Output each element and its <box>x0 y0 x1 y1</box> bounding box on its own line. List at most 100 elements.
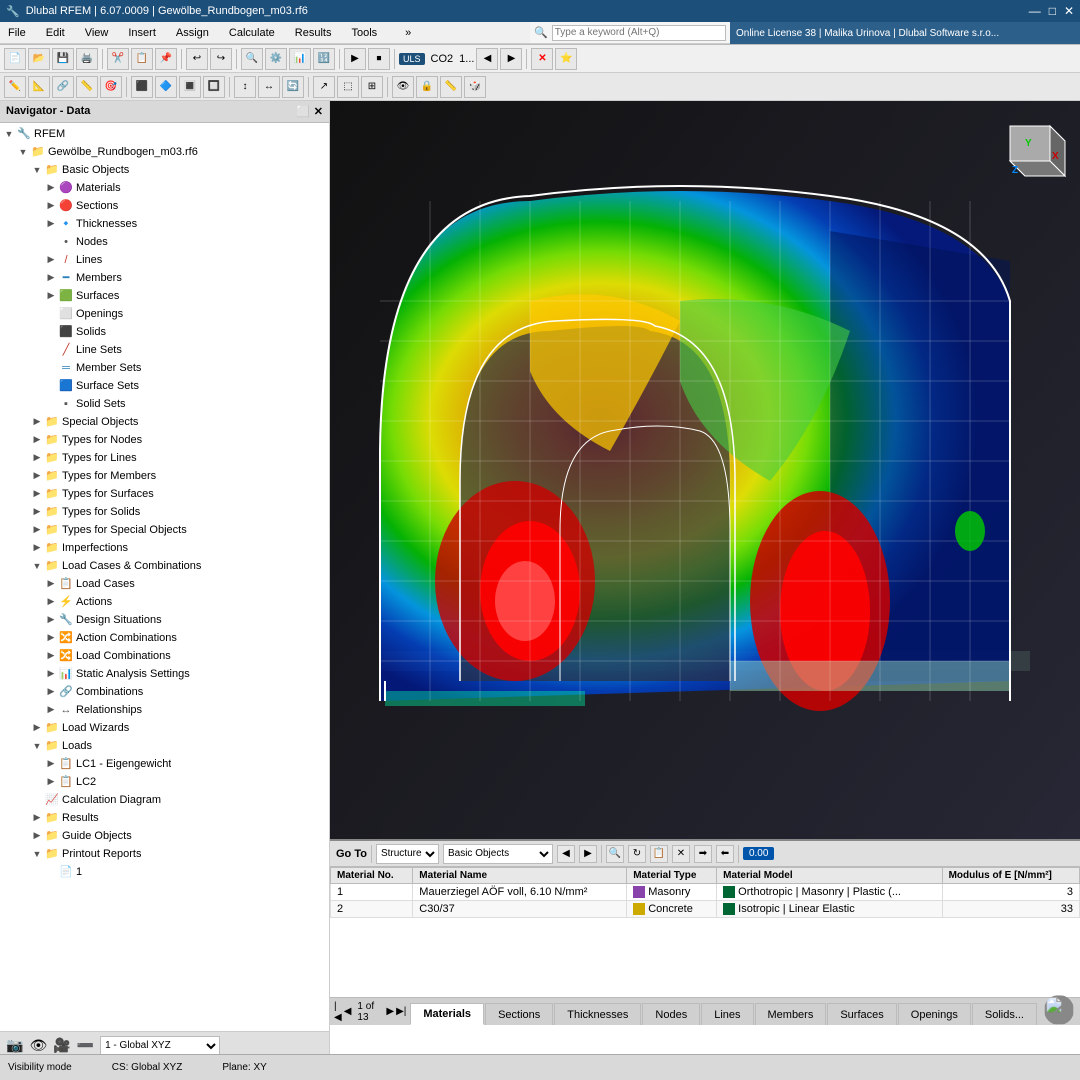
tb2-5[interactable]: 🎯 <box>100 76 122 98</box>
tree-linesets[interactable]: ╱ Line Sets <box>0 341 329 359</box>
tree-members[interactable]: ▶ ━ Members <box>0 269 329 287</box>
nav-right-btn[interactable]: ▶ <box>579 845 597 863</box>
comb-expand[interactable]: ▶ <box>44 686 58 697</box>
table-btn-4[interactable]: ✕ <box>672 845 690 863</box>
tab-nodes[interactable]: Nodes <box>642 1003 700 1025</box>
tb2-9[interactable]: 🔲 <box>203 76 225 98</box>
tree-types-surfaces[interactable]: ▶ 📁 Types for Surfaces <box>0 485 329 503</box>
basic-objects-select[interactable]: Basic Objects <box>443 844 553 864</box>
ac-expand[interactable]: ▶ <box>44 632 58 643</box>
sa-expand[interactable]: ▶ <box>44 668 58 679</box>
lc2-expand[interactable]: ▶ <box>44 776 58 787</box>
menu-view[interactable]: View <box>81 25 113 41</box>
lines-expand[interactable]: ▶ <box>44 254 58 265</box>
tree-solids[interactable]: ⬛ Solids <box>0 323 329 341</box>
tb2-move[interactable]: ↗ <box>313 76 335 98</box>
tb-cut[interactable]: ✂️ <box>107 48 129 70</box>
tab-materials[interactable]: Materials <box>410 1003 484 1025</box>
tab-sections[interactable]: Sections <box>485 1003 553 1025</box>
tree-surfaces[interactable]: ▶ 🟩 Surfaces <box>0 287 329 305</box>
maximize-button[interactable]: □ <box>1049 4 1056 18</box>
tb2-lock[interactable]: 🔒 <box>416 76 438 98</box>
tree-static[interactable]: ▶ 📊 Static Analysis Settings <box>0 665 329 683</box>
nav-close-btn[interactable]: ✕ <box>314 105 323 118</box>
menu-calculate[interactable]: Calculate <box>225 25 279 41</box>
page-first-btn[interactable]: |◀ <box>334 1001 342 1023</box>
search-input[interactable] <box>552 25 726 41</box>
tn-expand[interactable]: ▶ <box>30 434 44 445</box>
tab-lines[interactable]: Lines <box>701 1003 753 1025</box>
page-next-btn[interactable]: ▶ <box>386 1006 394 1017</box>
tb2-6[interactable]: ⬛ <box>131 76 153 98</box>
file-expand[interactable]: ▼ <box>16 147 30 157</box>
lc-expand[interactable]: ▶ <box>44 578 58 589</box>
tree-types-lines[interactable]: ▶ 📁 Types for Lines <box>0 449 329 467</box>
tb-star[interactable]: ⭐ <box>555 48 577 70</box>
tb-calc[interactable]: 🔢 <box>313 48 335 70</box>
tree-actions[interactable]: ▶ ⚡ Actions <box>0 593 329 611</box>
tb-stop[interactable]: ⏹ <box>368 48 390 70</box>
go-expand[interactable]: ▶ <box>30 830 44 841</box>
tree-rfem[interactable]: ▼ 🔧 RFEM <box>0 125 329 143</box>
tree-calc-diagram[interactable]: 📈 Calculation Diagram <box>0 791 329 809</box>
coordinate-system-select[interactable]: 1 - Global XYZ <box>100 1036 220 1056</box>
tb-new[interactable]: 📄 <box>4 48 26 70</box>
tso-expand[interactable]: ▶ <box>30 506 44 517</box>
table-btn-5[interactable]: ➡ <box>694 845 712 863</box>
tb-save[interactable]: 💾 <box>52 48 74 70</box>
tb2-10[interactable]: ↕ <box>234 76 256 98</box>
tree-openings[interactable]: ⬜ Openings <box>0 305 329 323</box>
tree-types-members[interactable]: ▶ 📁 Types for Members <box>0 467 329 485</box>
menu-assign[interactable]: Assign <box>172 25 213 41</box>
tree-relationships[interactable]: ▶ ↔ Relationships <box>0 701 329 719</box>
tb-paste[interactable]: 📌 <box>155 48 177 70</box>
tb2-12[interactable]: 🔄 <box>282 76 304 98</box>
minimize-button[interactable]: — <box>1029 4 1041 18</box>
tree-combinations[interactable]: ▶ 🔗 Combinations <box>0 683 329 701</box>
tl-expand[interactable]: ▶ <box>30 452 44 463</box>
menu-file[interactable]: File <box>4 25 30 41</box>
lcc-expand[interactable]: ▼ <box>30 561 44 571</box>
tb2-7[interactable]: 🔷 <box>155 76 177 98</box>
tree-lc2[interactable]: ▶ 📋 LC2 <box>0 773 329 791</box>
tb-chart[interactable]: 📊 <box>289 48 311 70</box>
loads-expand[interactable]: ▼ <box>30 741 44 751</box>
spec-expand[interactable]: ▶ <box>30 416 44 427</box>
tree-nodes[interactable]: • Nodes <box>0 233 329 251</box>
tree-membersets[interactable]: ═ Member Sets <box>0 359 329 377</box>
tb2-4[interactable]: 📏 <box>76 76 98 98</box>
menu-more[interactable]: » <box>401 25 415 41</box>
tree-basic-objects[interactable]: ▼ 📁 Basic Objects <box>0 161 329 179</box>
tree-lines[interactable]: ▶ / Lines <box>0 251 329 269</box>
tree-special[interactable]: ▶ 📁 Special Objects <box>0 413 329 431</box>
tree-imperfections[interactable]: ▶ 📁 Imperfections <box>0 539 329 557</box>
tree-sections[interactable]: ▶ 🔴 Sections <box>0 197 329 215</box>
tree-report-1[interactable]: 📄 1 <box>0 863 329 881</box>
tb-settings[interactable]: ⚙️ <box>265 48 287 70</box>
menu-insert[interactable]: Insert <box>124 25 160 41</box>
title-controls[interactable]: — □ ✕ <box>1029 4 1074 18</box>
tree-load-wizards[interactable]: ▶ 📁 Load Wizards <box>0 719 329 737</box>
tb2-snap[interactable]: 🎲 <box>464 76 486 98</box>
basic-expand[interactable]: ▼ <box>30 165 44 175</box>
lco-expand[interactable]: ▶ <box>44 650 58 661</box>
tab-thicknesses[interactable]: Thicknesses <box>554 1003 641 1025</box>
pr-expand[interactable]: ▼ <box>30 849 44 859</box>
menu-tools[interactable]: Tools <box>347 25 381 41</box>
table-btn-2[interactable]: ↻ <box>628 845 646 863</box>
tree-guide-objects[interactable]: ▶ 📁 Guide Objects <box>0 827 329 845</box>
tsp-expand[interactable]: ▶ <box>30 524 44 535</box>
surf-expand[interactable]: ▶ <box>44 290 58 301</box>
table-row[interactable]: 2 C30/37 Concrete Isotropic | Linear Ela… <box>331 901 1080 918</box>
nav-icon-minus[interactable]: ➖ <box>77 1037 94 1054</box>
ds-expand[interactable]: ▶ <box>44 614 58 625</box>
mem-expand[interactable]: ▶ <box>44 272 58 283</box>
sec-expand[interactable]: ▶ <box>44 200 58 211</box>
tree-action-combo[interactable]: ▶ 🔀 Action Combinations <box>0 629 329 647</box>
page-last-btn[interactable]: ▶| <box>396 1006 406 1017</box>
tb-copy[interactable]: 📋 <box>131 48 153 70</box>
rfem-expand[interactable]: ▼ <box>2 129 16 139</box>
tree-solidsets[interactable]: ▪ Solid Sets <box>0 395 329 413</box>
lc1-expand[interactable]: ▶ <box>44 758 58 769</box>
close-button[interactable]: ✕ <box>1064 4 1074 18</box>
